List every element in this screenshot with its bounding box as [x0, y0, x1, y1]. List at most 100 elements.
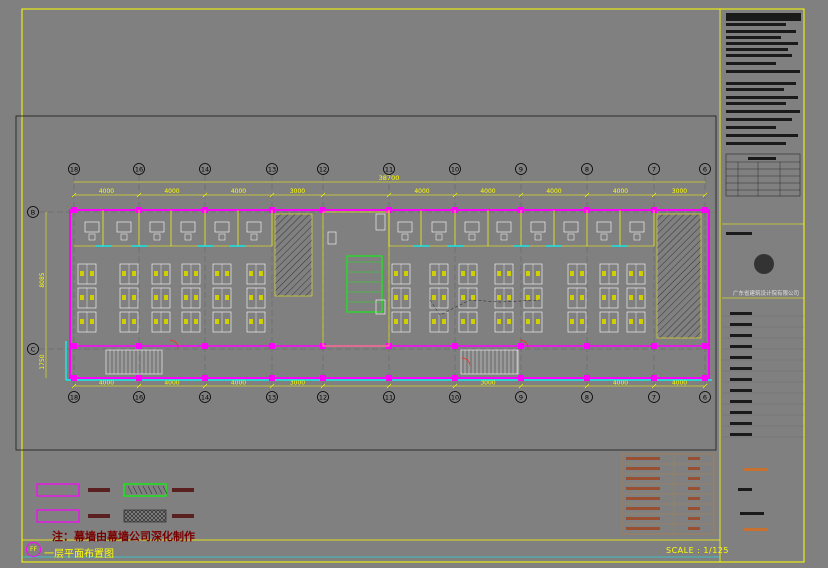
workstation-chair: [194, 271, 198, 276]
workstation-chair: [461, 319, 465, 324]
stair: [460, 349, 519, 375]
workstation-chair: [602, 271, 606, 276]
workstation-chair: [639, 295, 643, 300]
axis-label: 13: [268, 166, 276, 174]
structural-column: [269, 343, 275, 349]
schedule-cell: [626, 507, 660, 510]
drawing-note: 注：幕墙由幕墙公司深化制作: [52, 530, 195, 543]
workstation-chair: [629, 271, 633, 276]
structural-column: [71, 207, 77, 213]
titleblock-field: [730, 378, 752, 381]
workstation-chair: [259, 295, 263, 300]
workstation-chair: [132, 271, 136, 276]
axis-label: 11: [385, 394, 393, 402]
titleblock-text-block: [726, 54, 792, 57]
titleblock-text-block: [726, 110, 800, 113]
workstation-chair: [526, 295, 530, 300]
company-name: 广东省建筑设计院有限公司: [733, 291, 800, 297]
bay-dimension-text: 4000: [164, 188, 179, 195]
titleblock-text-block: [726, 30, 796, 33]
workstation-chair: [394, 271, 398, 276]
office-chair: [250, 233, 258, 241]
titleblock-text-block: [726, 23, 786, 26]
workstation-chair: [536, 319, 540, 324]
structural-column: [386, 375, 392, 381]
elevator-core: [346, 255, 383, 313]
schedule-cell: [626, 487, 660, 490]
revision-header: [748, 157, 776, 160]
workstation-chair: [404, 295, 408, 300]
schedule-cell: [626, 457, 660, 460]
workstation-chair: [404, 319, 408, 324]
structural-column: [202, 375, 208, 381]
workstation-chair: [507, 319, 511, 324]
legend-hatch: [132, 485, 138, 495]
workstation-chair: [602, 295, 606, 300]
titleblock-field: [730, 356, 752, 359]
workstation-chair: [471, 319, 475, 324]
titleblock-text-block: [726, 62, 776, 65]
structural-column: [71, 375, 77, 381]
workstation-chair: [184, 319, 188, 324]
workstation-chair: [629, 319, 633, 324]
axis-label: C: [31, 346, 36, 354]
schedule-cell: [688, 477, 700, 480]
workstation-chair: [432, 271, 436, 276]
legend-label-block: [172, 514, 194, 518]
overall-dimension-text: 38700: [379, 174, 400, 182]
titleblock-text-block: [726, 13, 801, 21]
structural-column: [584, 343, 590, 349]
axis-label: 7: [652, 394, 656, 402]
workstation-chair: [80, 319, 84, 324]
titleblock-field: [730, 389, 752, 392]
structural-column: [202, 343, 208, 349]
workstation-chair: [461, 295, 465, 300]
titleblock-text-block: [726, 134, 798, 137]
structural-column: [518, 343, 524, 349]
titleblock-field: [730, 334, 752, 337]
axis-label: 14: [201, 166, 209, 174]
titleblock-field: [730, 422, 752, 425]
workstation-chair: [90, 271, 94, 276]
workstation-chair: [184, 271, 188, 276]
axis-label: 11: [385, 166, 393, 174]
workstation-chair: [194, 319, 198, 324]
schedule-cell: [626, 477, 660, 480]
depth-dimension-text: 1750: [39, 354, 46, 369]
axis-label: 8: [585, 394, 589, 402]
bay-dimension-text: 4000: [99, 188, 114, 195]
workstation-chair: [497, 271, 501, 276]
office-desk: [629, 221, 645, 233]
schedule-cell: [688, 497, 700, 500]
workstation-chair: [215, 319, 219, 324]
workstation-chair: [629, 295, 633, 300]
titleblock-text-block: [726, 126, 776, 129]
workstation-chair: [612, 271, 616, 276]
office-desk: [214, 221, 230, 233]
office-chair: [633, 233, 641, 241]
office-chair: [534, 233, 542, 241]
sheet-id-badge: FF: [26, 542, 41, 557]
office-desk: [596, 221, 612, 233]
titleblock-text-block: [726, 142, 786, 145]
project-name-block: [726, 232, 752, 235]
fixture: [375, 213, 386, 231]
axis-label: 9: [519, 394, 523, 402]
schedule-cell: [688, 487, 700, 490]
legend-hatch: [142, 485, 148, 495]
structural-column: [702, 375, 708, 381]
structural-column: [518, 375, 524, 381]
workstation-chair: [442, 271, 446, 276]
workstation-chair: [259, 319, 263, 324]
structural-column: [651, 343, 657, 349]
workstation-chair: [132, 319, 136, 324]
title-block-frame: [719, 8, 805, 563]
workstation-chair: [164, 271, 168, 276]
workstation-chair: [497, 319, 501, 324]
bay-dimension-text: 4000: [480, 188, 495, 195]
schedule-cell: [688, 527, 700, 530]
structural-column: [702, 343, 708, 349]
workstation-chair: [225, 271, 229, 276]
axis-label: 14: [201, 394, 209, 402]
titleblock-field: [738, 488, 752, 491]
